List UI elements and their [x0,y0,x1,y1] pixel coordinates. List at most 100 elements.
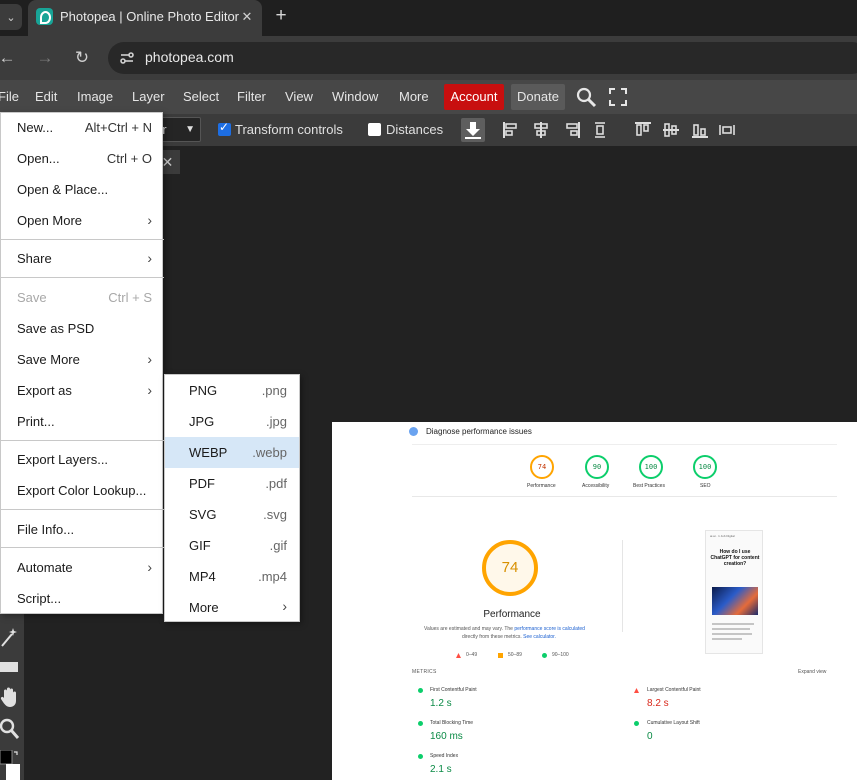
menu-item-shortcut: Ctrl + O [106,151,152,166]
download-button[interactable] [461,118,485,142]
menu-item-label: File Info... [17,522,75,537]
menu-item-label: Save More [17,352,80,367]
distribute-vertical-icon[interactable] [591,121,609,139]
metric-value: 8.2 s [647,698,669,709]
export-more-item[interactable]: More › [165,592,299,623]
tab-title: Photopea | Online Photo Editor [60,9,239,24]
tab-close-icon[interactable]: ✕ [238,8,256,26]
thumbnail-text-line [712,628,750,630]
align-left-icon[interactable] [502,121,520,139]
file-print-item[interactable]: Print... [1,407,164,438]
download-icon [465,122,481,139]
metric-poor-icon [634,688,639,693]
menu-item-label: Automate [17,560,73,575]
file-new-item[interactable]: New... Alt+Ctrl + N [1,113,164,144]
reload-icon[interactable]: ↻ [71,47,93,69]
file-export-lookup-item[interactable]: Export Color Lookup... [1,476,164,507]
new-tab-button[interactable]: + [270,5,292,27]
lighthouse-header: Diagnose performance issues [426,427,532,436]
file-open-more-item[interactable]: Open More › [1,206,164,237]
url-text: photopea.com [145,49,234,65]
color-swatches-icon[interactable] [0,750,20,780]
export-format-label: GIF [189,538,211,553]
export-svg-item[interactable]: SVG .svg [165,499,299,530]
menu-divider [1,277,164,278]
menu-more[interactable]: More [399,89,429,104]
align-bottom-icon[interactable] [691,121,709,139]
back-arrow-icon[interactable]: ← [0,47,18,69]
score-note: Values are estimated and may vary. The p… [424,626,585,632]
file-save-psd-item[interactable]: Save as PSD [1,314,164,345]
export-jpg-item[interactable]: JPG .jpg [165,406,299,437]
chevron-down-icon: ▼ [185,124,195,135]
file-open-item[interactable]: Open... Ctrl + O [1,144,164,175]
export-format-ext: .gif [269,538,287,553]
export-gif-item[interactable]: GIF .gif [165,530,299,561]
export-format-ext: .svg [263,507,287,522]
menu-item-label: New... [17,120,54,135]
align-center-h-icon[interactable] [532,121,550,139]
left-toolbar [0,614,24,780]
forward-arrow-icon[interactable]: → [34,47,56,69]
browser-tab-active[interactable]: Photopea | Online Photo Editor ✕ [28,0,262,36]
score-note: directly from these metrics. See calcula… [462,634,556,640]
metric-value: 1.2 s [430,698,452,709]
tab-search-button[interactable]: ⌄ [0,4,22,30]
chevron-right-icon: › [147,382,152,398]
menu-filter[interactable]: Filter [237,89,266,104]
menu-layer[interactable]: Layer [132,89,165,104]
distances-checkbox[interactable] [368,123,381,136]
file-menu: New... Alt+Ctrl + N Open... Ctrl + O Ope… [0,112,164,615]
export-webp-item[interactable]: WEBP .webp [165,437,299,468]
file-open-place-item[interactable]: Open & Place... [1,175,164,206]
export-pdf-item[interactable]: PDF .pdf [165,468,299,499]
metric-value: 2.1 s [430,764,452,775]
file-automate-item[interactable]: Automate › [1,553,164,584]
seo-score-gauge: 100 [693,455,717,479]
legend-label: 0–49 [466,652,478,658]
menu-item-label: Export Layers... [17,452,109,467]
menu-edit[interactable]: Edit [35,89,57,104]
hand-icon[interactable] [0,686,20,708]
eraser-icon[interactable] [0,656,20,678]
menu-image[interactable]: Image [77,89,113,104]
browser-tab-bar: ⌄ Photopea | Online Photo Editor ✕ + [0,0,857,36]
best-practices-score-gauge: 100 [639,455,663,479]
distribute-horizontal-icon[interactable] [718,121,736,139]
file-export-layers-item[interactable]: Export Layers... [1,445,164,476]
transform-controls-checkbox[interactable] [218,120,231,136]
file-save-more-item[interactable]: Save More › [1,345,164,376]
transform-controls-label: Transform controls [235,122,343,137]
magic-wand-icon[interactable] [0,626,20,648]
zoom-icon[interactable] [0,718,20,740]
file-export-as-item[interactable]: Export as › [1,376,164,407]
fullscreen-icon[interactable] [609,88,627,106]
menu-file[interactable]: File [0,89,19,104]
menu-window[interactable]: Window [332,89,378,104]
align-top-icon[interactable] [634,121,652,139]
menu-view[interactable]: View [285,89,313,104]
search-icon[interactable] [575,86,597,108]
note-link: See calculator. [523,634,556,640]
file-script-item[interactable]: Script... [1,584,164,615]
app-menubar: File Edit Image Layer Select Filter View… [0,80,857,114]
menu-select[interactable]: Select [183,89,219,104]
export-format-ext: .webp [252,445,287,460]
distances-label: Distances [386,122,444,137]
export-mp4-item[interactable]: MP4 .mp4 [165,561,299,592]
menu-item-shortcut: Alt+Ctrl + N [84,120,152,135]
performance-big-gauge: 74 [482,540,538,596]
export-format-ext: .pdf [265,476,287,491]
align-middle-v-icon[interactable] [662,121,680,139]
file-info-item[interactable]: File Info... [1,515,164,546]
url-bar[interactable]: photopea.com [108,42,857,74]
file-share-item[interactable]: Share › [1,244,164,275]
donate-button[interactable]: Donate [511,84,565,110]
metric-good-icon [634,721,639,726]
file-save-item: Save Ctrl + S [1,283,164,314]
align-right-icon[interactable] [563,121,581,139]
export-png-item[interactable]: PNG .png [165,375,299,406]
account-button[interactable]: Account [444,84,504,110]
export-format-ext: .jpg [266,414,287,429]
site-info-icon[interactable] [118,49,136,67]
